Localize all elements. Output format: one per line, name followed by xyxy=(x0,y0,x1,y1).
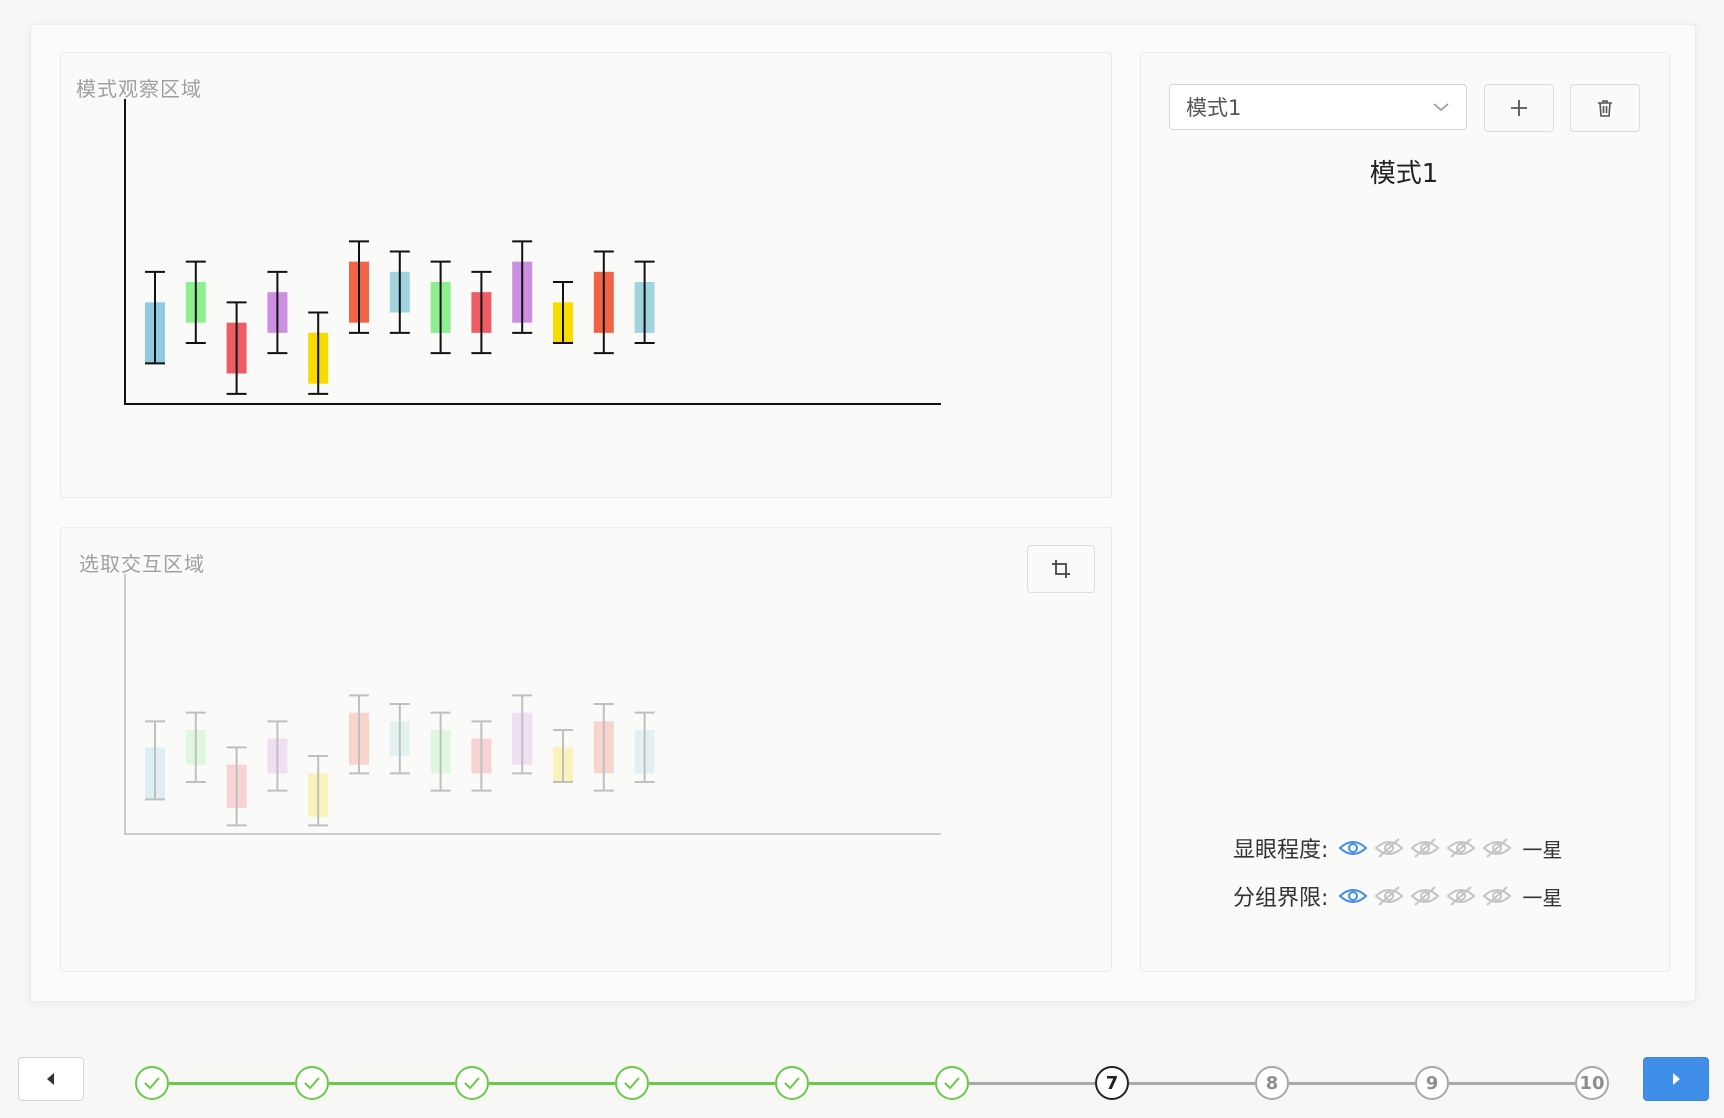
eye-off-icon[interactable] xyxy=(1482,837,1512,859)
step-7[interactable]: 7 xyxy=(1095,1066,1129,1100)
step-connector xyxy=(1289,1082,1415,1085)
step-connector xyxy=(489,1082,615,1085)
trash-icon xyxy=(1598,100,1612,117)
caret-right-icon xyxy=(1673,1073,1680,1085)
check-icon xyxy=(304,1077,320,1090)
step-number: 8 xyxy=(1265,1072,1279,1094)
chart-axis xyxy=(124,574,941,835)
eye-off-icon[interactable] xyxy=(1410,837,1440,859)
step-number: 10 xyxy=(1579,1072,1605,1094)
rating-row-grouping: 分组界限: 一星 xyxy=(1233,876,1562,916)
step-number: 9 xyxy=(1425,1072,1439,1094)
step-connector xyxy=(809,1082,935,1085)
next-button[interactable] xyxy=(1643,1057,1709,1101)
check-icon xyxy=(144,1077,160,1090)
step-6[interactable] xyxy=(935,1066,969,1100)
eye-off-icon[interactable] xyxy=(1374,885,1404,907)
chevron-down-icon xyxy=(1433,103,1449,112)
check-icon xyxy=(784,1077,800,1090)
step-number: 7 xyxy=(1105,1072,1119,1094)
delete-mode-button[interactable] xyxy=(1570,84,1640,132)
check-icon xyxy=(624,1077,640,1090)
check-icon xyxy=(464,1077,480,1090)
step-4[interactable] xyxy=(615,1066,649,1100)
step-8[interactable]: 8 xyxy=(1255,1066,1289,1100)
mode-select-value: 模式1 xyxy=(1186,96,1242,120)
salience-eyes[interactable] xyxy=(1338,837,1518,859)
rating-row-salience: 显眼程度: 一星 xyxy=(1233,828,1562,868)
select-panel: 选取交互区域 xyxy=(60,527,1112,972)
step-connector xyxy=(1129,1082,1255,1085)
rating-level-text: 一星 xyxy=(1522,837,1563,862)
eye-off-icon[interactable] xyxy=(1410,885,1440,907)
select-chart[interactable] xyxy=(61,528,1111,971)
prev-button[interactable] xyxy=(18,1057,84,1101)
eye-off-icon[interactable] xyxy=(1482,885,1512,907)
step-connector xyxy=(169,1082,295,1085)
step-connector xyxy=(329,1082,455,1085)
step-2[interactable] xyxy=(295,1066,329,1100)
rating-label: 显眼程度: xyxy=(1233,838,1329,863)
eye-off-icon[interactable] xyxy=(1446,885,1476,907)
step-connector xyxy=(1449,1082,1575,1085)
eye-off-icon[interactable] xyxy=(1374,837,1404,859)
chart-plot xyxy=(124,574,941,835)
rating-label: 分组界限: xyxy=(1233,886,1329,911)
caret-left-icon xyxy=(47,1073,54,1085)
chart-plot xyxy=(124,99,941,405)
step-10[interactable]: 10 xyxy=(1575,1066,1609,1100)
eye-icon[interactable] xyxy=(1338,885,1368,907)
plus-icon xyxy=(1511,100,1527,116)
mode-title: 模式1 xyxy=(1369,159,1439,189)
observe-panel: 模式观察区域 xyxy=(60,52,1112,498)
observe-chart xyxy=(124,99,941,405)
rating-level-text: 一星 xyxy=(1522,885,1563,910)
step-9[interactable]: 9 xyxy=(1415,1066,1449,1100)
add-mode-button[interactable] xyxy=(1484,84,1554,132)
step-5[interactable] xyxy=(775,1066,809,1100)
eye-icon[interactable] xyxy=(1338,837,1368,859)
mode-select[interactable]: 模式1 xyxy=(1169,84,1467,130)
grouping-eyes[interactable] xyxy=(1338,885,1518,907)
step-connector xyxy=(649,1082,775,1085)
chart-axis xyxy=(124,99,941,405)
check-icon xyxy=(944,1077,960,1090)
step-1[interactable] xyxy=(135,1066,169,1100)
step-connector xyxy=(969,1082,1095,1085)
eye-off-icon[interactable] xyxy=(1446,837,1476,859)
step-3[interactable] xyxy=(455,1066,489,1100)
